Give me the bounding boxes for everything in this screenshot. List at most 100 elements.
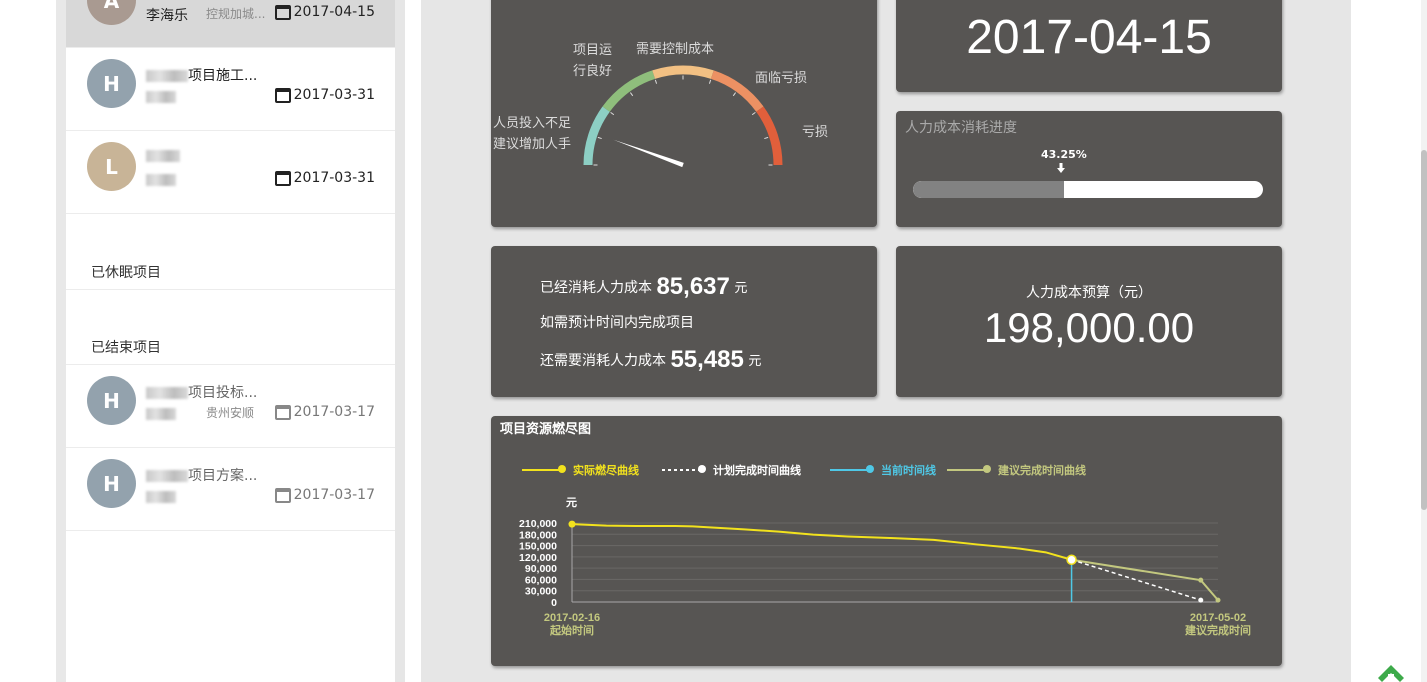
suggested-point (1215, 597, 1221, 603)
project-sidebar: A 李海乐 控规加城... 2017-04-15 H 项目施工... 2017-… (66, 0, 395, 682)
project-date: 2017-03-17 (274, 404, 375, 420)
arrow-down-icon (1057, 163, 1065, 173)
current-point (1066, 554, 1077, 565)
date-text: 2017-04-15 (293, 4, 375, 20)
gauge-label-running-well: 项目运 行良好 (573, 43, 613, 79)
date-text: 2017-03-17 (293, 487, 375, 503)
project-title: 项目投标... (146, 382, 257, 402)
budget-title: 人力成本预算（元） (1026, 285, 1152, 301)
budget-value: 198,000.00 (983, 304, 1195, 351)
y-tick-label: 210,000 (519, 518, 557, 530)
status-gauge-card: 项目运 行良好 需要控制成本 面临亏损 亏损 人员投入不足 建议增加人手 (491, 0, 877, 227)
redacted-text (146, 490, 176, 503)
gauge-tick (732, 92, 737, 97)
burndown-chart-card: 项目资源燃尽图 实际燃尽曲线 计划完成时间曲线 当前时间线 建议完成时间曲线元 210,… (491, 416, 1282, 666)
legend-marker (983, 465, 991, 473)
calendar-icon (274, 487, 291, 503)
legend-marker (558, 465, 566, 473)
right-gutter (1351, 0, 1427, 682)
project-tag: 控规加城... (206, 7, 266, 21)
ended-projects-heading[interactable]: 已结束项目 (91, 337, 161, 357)
y-axis-unit: 元 (566, 496, 577, 509)
labor-cost-progress-card: 人力成本消耗进度 43.25% (896, 111, 1282, 227)
project-item-2[interactable]: H 项目施工... 2017-03-31 (66, 48, 395, 131)
remaining-cost-value: 55,485 (670, 346, 744, 373)
legend-label: 实际燃尽曲线 (573, 463, 639, 477)
y-tick-label: 150,000 (519, 541, 557, 553)
avatar: H (87, 59, 136, 108)
y-tick-label: 90,000 (525, 563, 557, 575)
gauge-label-control-cost: 需要控制成本 (636, 42, 715, 57)
plan-hint-line: 如需预计时间内完成项目 (540, 315, 694, 331)
gauge-label-understaffed: 人员投入不足 建议增加人手 (493, 116, 572, 152)
progress-title: 人力成本消耗进度 (905, 120, 1017, 136)
x-date-label: 2017-02-16 (544, 612, 600, 624)
project-owner (146, 89, 176, 104)
left-gutter (56, 0, 66, 682)
gauge-label-facing-loss: 面临亏损 (755, 71, 808, 86)
project-date: 2017-04-15 (274, 4, 375, 20)
project-owner (146, 406, 176, 421)
y-tick-label: 120,000 (519, 552, 557, 564)
remaining-cost-line: 还需要消耗人力成本 55,485 元 (540, 346, 762, 373)
suggested-point (1198, 577, 1204, 583)
labor-cost-card: 已经消耗人力成本 85,637 元 如需预计时间内完成项目 还需要消耗人力成本 … (491, 246, 877, 397)
redacted-text (146, 70, 188, 82)
legend-label: 计划完成时间曲线 (713, 463, 801, 477)
gauge-tick (751, 111, 756, 116)
project-tag: 贵州安顺 (206, 406, 255, 420)
redacted-text (146, 407, 176, 420)
gauge-tick (654, 79, 658, 84)
x-date-label: 2017-05-02 (1190, 612, 1246, 624)
legend-marker (698, 465, 706, 473)
gauge-segment (756, 106, 783, 166)
x-caption-label: 起始时间 (549, 623, 594, 637)
y-tick-label: 30,000 (525, 586, 557, 598)
sidebar-separator (395, 0, 405, 682)
progress-track (913, 181, 1263, 198)
project-item-1[interactable]: A 李海乐 控规加城... 2017-04-15 (66, 0, 395, 48)
y-tick-label: 0 (551, 597, 557, 609)
gauge-tick (764, 136, 769, 140)
legend-label: 当前时间线 (881, 463, 936, 477)
calendar-icon (274, 404, 291, 420)
redacted-text (146, 90, 176, 103)
burndown-chart: 实际燃尽曲线 计划完成时间曲线 当前时间线 建议完成时间曲线元 210,000180,0… (519, 463, 1251, 637)
actual-start-point (568, 520, 576, 528)
x-caption-label: 建议完成时间 (1185, 623, 1251, 637)
y-tick-label: 180,000 (519, 529, 557, 541)
avatar: L (87, 142, 136, 191)
gauge-segment (602, 70, 656, 112)
project-title: 项目施工... (146, 65, 257, 85)
labor-budget-card: 人力成本预算（元） 198,000.00 (896, 246, 1282, 397)
dormant-projects-heading[interactable]: 已休眠项目 (91, 262, 161, 282)
project-owner (146, 489, 176, 504)
ended-project-item-1[interactable]: H 项目投标... 贵州安顺 2017-03-17 (66, 365, 395, 448)
consumed-cost-value: 85,637 (656, 273, 730, 300)
project-date: 2017-03-31 (274, 87, 375, 103)
project-date: 2017-03-17 (274, 487, 375, 503)
gauge-needle (613, 139, 684, 168)
dashboard-main: 项目运 行良好 需要控制成本 面临亏损 亏损 人员投入不足 建议增加人手 201… (421, 0, 1351, 682)
y-tick-label: 60,000 (525, 574, 557, 586)
gauge-segment (652, 65, 714, 79)
gauge-tick (597, 136, 602, 140)
ended-project-item-2[interactable]: H 项目方案... 2017-03-17 (66, 448, 395, 531)
gauge-segment (583, 106, 610, 166)
scrollbar-thumb[interactable] (1421, 150, 1427, 510)
legend-label: 建议完成时间曲线 (998, 463, 1086, 477)
current-date: 2017-04-15 (966, 11, 1212, 64)
consumed-cost-line: 已经消耗人力成本 85,637 元 (540, 273, 748, 300)
avatar: H (87, 459, 136, 508)
gauge-tick (708, 79, 712, 84)
date-text: 2017-03-31 (293, 87, 375, 103)
calendar-icon (274, 87, 291, 103)
redacted-text (146, 387, 188, 399)
project-item-3[interactable]: L 2017-03-31 (66, 131, 395, 214)
current-date-card: 2017-04-15 (896, 0, 1282, 92)
gauge-segment (710, 70, 764, 112)
project-owner: 李海乐 (146, 8, 188, 24)
redacted-text (146, 150, 180, 162)
avatar: A (87, 0, 136, 25)
gauge-label-loss: 亏损 (802, 125, 829, 140)
